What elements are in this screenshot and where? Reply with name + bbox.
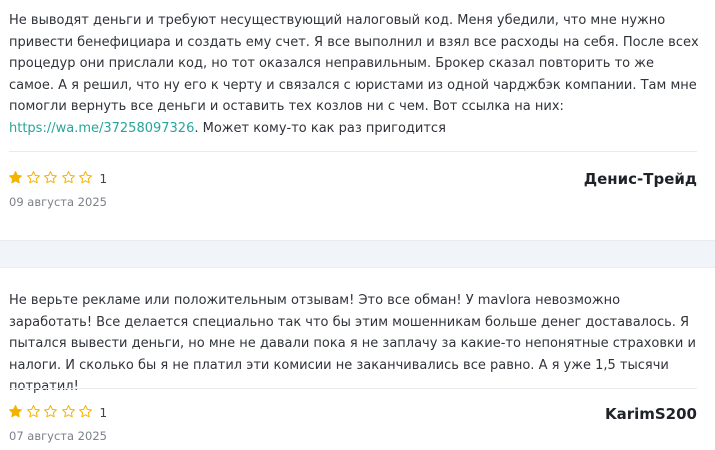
rating-stars: [8, 404, 96, 423]
rating-value: 1: [99, 406, 108, 420]
review-text-body: Не выводят деньги и требуют несуществующ…: [9, 13, 699, 114]
star-empty-icon: [79, 404, 92, 417]
review-link[interactable]: https://wa.me/37258097326: [9, 121, 194, 136]
star-empty-icon: [44, 170, 57, 183]
divider: [9, 151, 697, 152]
review-text: Не верьте рекламе или положительным отзы…: [9, 293, 696, 394]
star-empty-icon: [26, 404, 40, 417]
rating-value: 1: [99, 172, 108, 186]
rating: 1: [8, 170, 107, 188]
star-empty-icon: [26, 170, 40, 183]
review-author: Денис-Трейд: [583, 170, 697, 188]
rating: 1: [8, 404, 107, 422]
star-filled-icon: [9, 404, 22, 417]
divider: [9, 388, 697, 389]
review-card: Не выводят деньги и требуют несуществующ…: [0, 0, 715, 240]
review-date: 07 августа 2025: [9, 429, 107, 443]
star-empty-icon: [44, 404, 57, 417]
review-card: Не верьте рекламе или положительным отзы…: [0, 268, 715, 450]
star-empty-icon: [79, 170, 92, 183]
star-empty-icon: [61, 170, 75, 183]
star-empty-icon: [61, 404, 75, 417]
star-filled-icon: [9, 170, 22, 183]
rating-stars: [8, 170, 96, 189]
review-separator: [0, 240, 715, 268]
review-text-tail: . Может кому-то как раз пригодится: [194, 120, 446, 136]
review-date: 09 августа 2025: [9, 195, 107, 209]
review-text: Не выводят деньги и требуют несуществующ…: [9, 10, 699, 139]
review-author: KarimS200: [604, 405, 697, 423]
